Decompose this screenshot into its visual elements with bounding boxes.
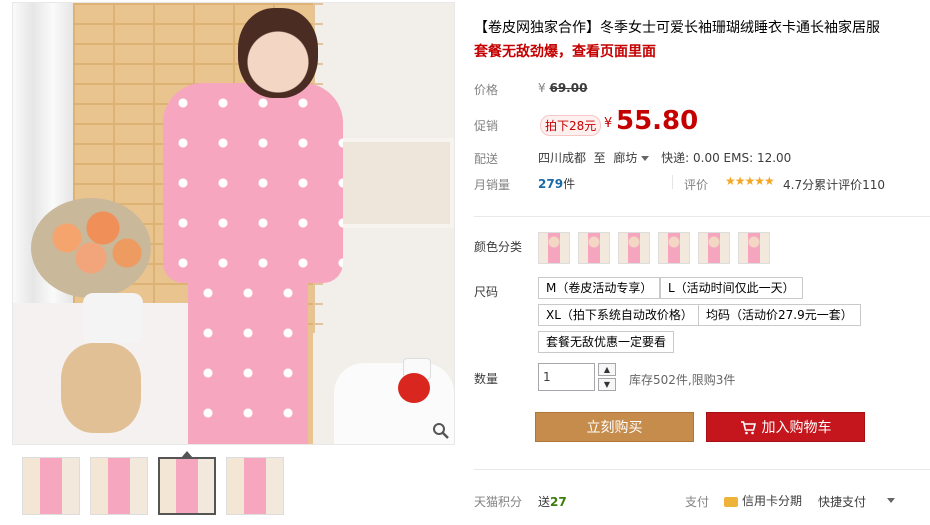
rating-label: 评价 <box>684 178 709 192</box>
wall-frame-graphic <box>329 138 454 228</box>
rating-score: 4.7分累计评价 <box>783 178 863 192</box>
promo-tag: 拍下28元 <box>540 115 602 136</box>
size-option-m[interactable]: M（卷皮活动专享） <box>538 277 661 299</box>
rating-summary[interactable]: 4.7分累计评价110 <box>783 176 885 193</box>
points-prefix: 送 <box>538 495 551 509</box>
original-price-value: 69.00 <box>549 81 588 95</box>
credit-installment[interactable]: 信用卡分期 <box>724 492 802 509</box>
promo-currency: ¥ <box>604 116 613 131</box>
payment-label: 支付 <box>685 495 710 509</box>
chevron-down-icon[interactable] <box>887 498 895 503</box>
shipping-fee: 快递: 0.00 EMS: 12.00 <box>661 151 792 165</box>
color-swatch-2[interactable] <box>578 232 610 264</box>
pajama-top-graphic <box>163 83 343 283</box>
shipping-label: 配送 <box>474 152 499 166</box>
quantity-input[interactable]: 1 <box>538 363 595 391</box>
review-count: 110 <box>862 178 885 192</box>
stock-info: 库存502件,限购3件 <box>629 373 736 387</box>
shipping-info: 四川成都 至 廊坊 快递: 0.00 EMS: 12.00 <box>538 149 791 166</box>
sales-unit: 件 <box>563 177 576 191</box>
quantity-label: 数量 <box>474 372 499 386</box>
currency-symbol: ¥ <box>538 81 546 95</box>
credit-card-icon <box>724 496 738 507</box>
add-to-cart-button[interactable]: 加入购物车 <box>706 412 865 442</box>
section-divider-bottom <box>474 469 930 470</box>
size-option-free[interactable]: 均码（活动价27.9元一套） <box>698 304 861 326</box>
quick-pay[interactable]: 快捷支付 <box>818 493 866 510</box>
thumbnail-1[interactable] <box>22 457 80 515</box>
monthly-sales: 279件 <box>538 175 575 192</box>
cart-icon <box>740 421 756 435</box>
flowers-graphic <box>31 198 151 298</box>
section-divider <box>474 216 930 217</box>
size-label: 尺码 <box>474 285 499 299</box>
promo-price: 55.80 <box>616 106 699 136</box>
quantity-down-button[interactable]: ▼ <box>598 378 616 391</box>
selected-arrow-icon <box>181 451 193 458</box>
thumbnail-2[interactable] <box>90 457 148 515</box>
thumbnail-4[interactable] <box>226 457 284 515</box>
divider <box>672 175 673 189</box>
size-option-xl[interactable]: XL（拍下系统自动改价格） <box>538 304 701 326</box>
model-head-graphic <box>238 8 318 98</box>
quantity-up-button[interactable]: ▲ <box>598 363 616 376</box>
points-info: 送27 <box>538 493 567 510</box>
chevron-down-icon[interactable] <box>641 156 650 161</box>
original-price: ¥ 69.00 <box>538 81 587 95</box>
color-swatch-3[interactable] <box>618 232 650 264</box>
ship-to-select[interactable]: 廊坊 <box>613 151 637 165</box>
apple-graphic <box>398 373 430 403</box>
vase-graphic <box>83 293 143 343</box>
add-to-cart-label: 加入购物车 <box>761 420 832 436</box>
zoom-icon[interactable] <box>432 422 450 440</box>
sales-count: 279 <box>538 177 564 191</box>
sales-label: 月销量 <box>474 178 511 192</box>
rating-stars-icon: ★★★★★ <box>725 174 775 188</box>
color-swatch-6[interactable] <box>738 232 770 264</box>
thumbnail-3[interactable] <box>158 451 216 515</box>
product-subtitle[interactable]: 套餐无敌劲爆，查看页面里面 <box>474 41 656 61</box>
size-option-l[interactable]: L（活动时间仅此一天） <box>660 277 803 299</box>
pajama-pants-graphic <box>188 273 308 444</box>
ship-to-word: 至 <box>593 151 606 165</box>
thumbnail-strip <box>22 451 284 515</box>
buy-now-button[interactable]: 立刻购买 <box>535 412 694 442</box>
ship-from: 四川成都 <box>538 151 587 165</box>
color-swatch-5[interactable] <box>698 232 730 264</box>
teddy-bear-graphic <box>61 343 141 433</box>
points-label: 天猫积分 <box>474 495 523 509</box>
size-option-bundle[interactable]: 套餐无敌优惠一定要看 <box>538 331 675 353</box>
price-label: 价格 <box>474 83 499 97</box>
promo-label: 促销 <box>474 119 499 133</box>
color-label: 颜色分类 <box>474 240 523 254</box>
points-value: 27 <box>550 495 567 509</box>
credit-installment-label: 信用卡分期 <box>742 494 803 508</box>
price-box: 价格 ¥ 69.00 促销 拍下28元 ¥ 55.80 配送 四川成都 至 廊坊… <box>474 68 930 200</box>
color-swatch-1[interactable] <box>538 232 570 264</box>
color-swatch-4[interactable] <box>658 232 690 264</box>
main-product-image[interactable] <box>12 2 455 445</box>
color-swatches <box>538 232 770 264</box>
product-title: 【卷皮网独家合作】冬季女士可爱长袖珊瑚绒睡衣卡通长袖家居服 <box>474 20 880 36</box>
